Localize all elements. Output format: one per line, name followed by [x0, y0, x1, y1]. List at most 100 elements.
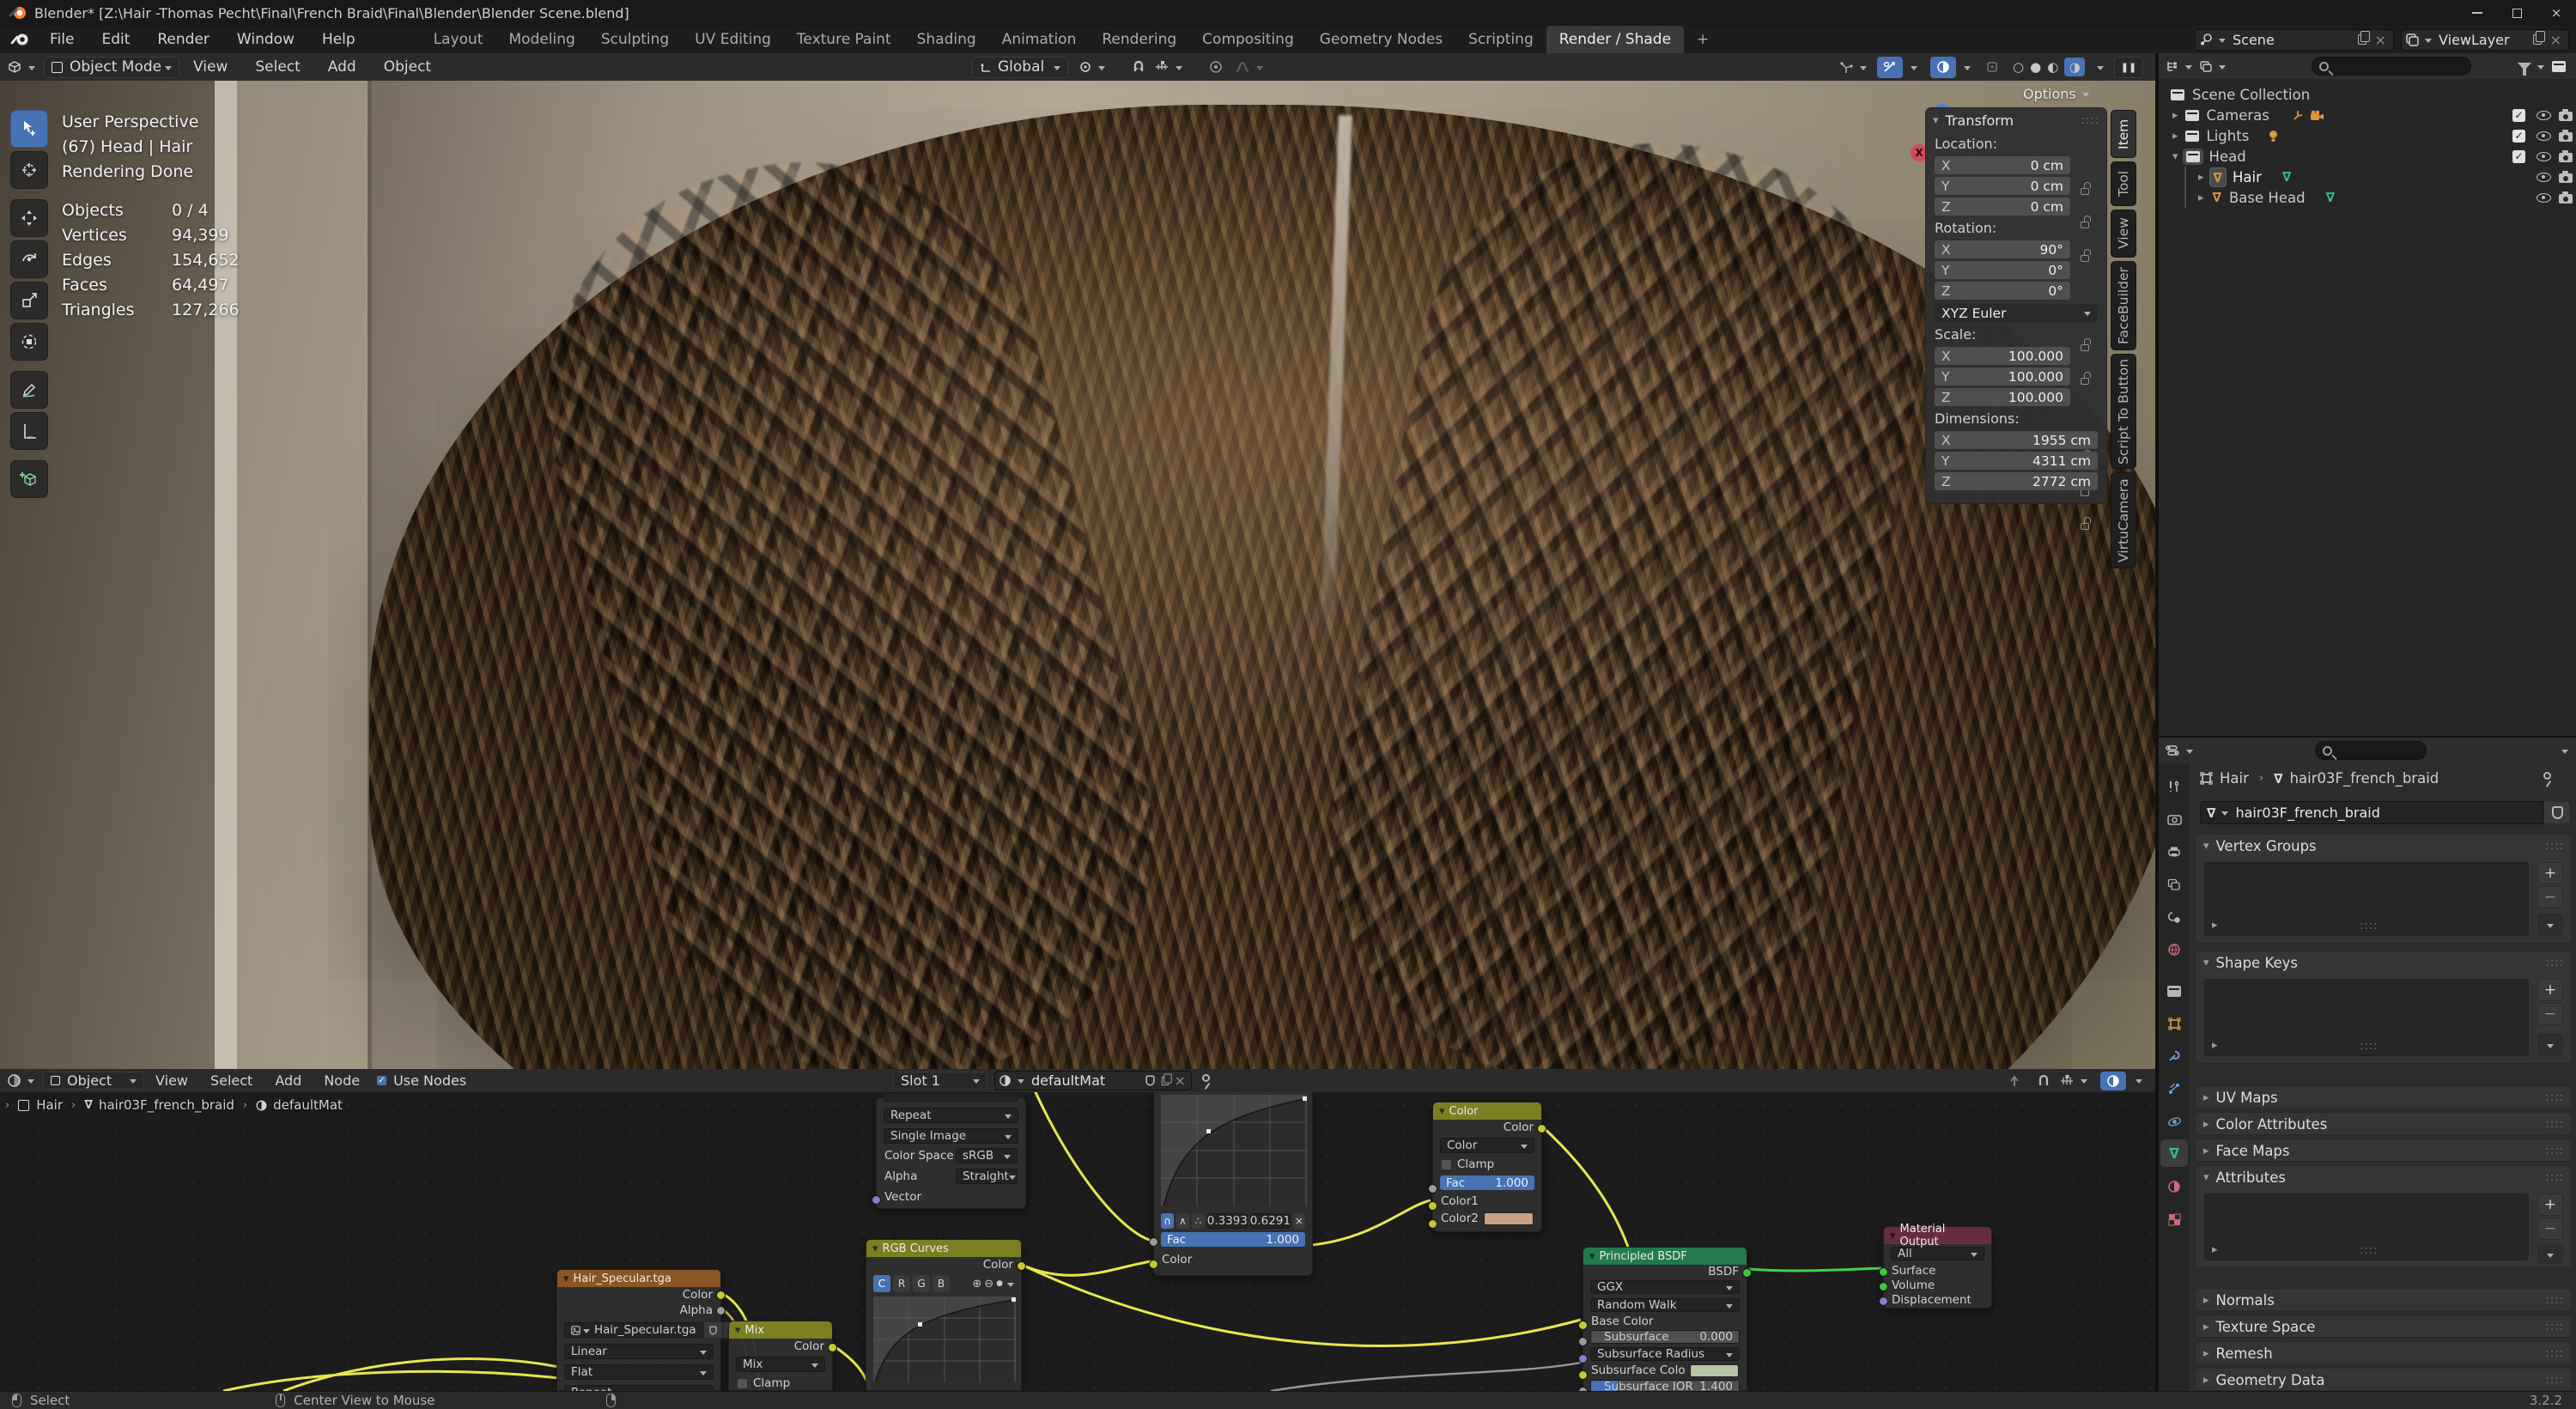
curve-clipping-icon[interactable]: [1007, 1283, 1014, 1291]
expand-icon[interactable]: ▸: [2198, 171, 2204, 184]
tool-annotate[interactable]: [10, 371, 48, 409]
proportional-falloff-dropdown[interactable]: [1235, 60, 1263, 74]
curve-zoom-out-icon[interactable]: ⊖: [984, 1278, 993, 1291]
material-output-header[interactable]: ▾Material Output: [1884, 1227, 1991, 1244]
cameras-render-icon[interactable]: [2559, 112, 2573, 121]
fac-input-socket[interactable]: [1428, 1184, 1437, 1193]
lock-location-z-icon[interactable]: [2081, 255, 2089, 262]
handle-auto-icon[interactable]: ∩: [1161, 1213, 1174, 1229]
outliner-row-scene-collection[interactable]: Scene Collection: [2159, 84, 2576, 105]
blend-mode-dropdown[interactable]: Color: [1440, 1138, 1534, 1153]
image-fake-user-button[interactable]: [703, 1321, 723, 1339]
remove-shape-key-button[interactable]: −: [2537, 1003, 2563, 1025]
material-output-node[interactable]: ▾Material Output All Surface Volume Disp…: [1883, 1226, 1992, 1309]
npanel-tab-facebuilder[interactable]: FaceBuilder: [2111, 261, 2136, 350]
curve-tools-icon[interactable]: ●: [996, 1279, 1003, 1288]
handle-vector-icon[interactable]: ∧: [1176, 1213, 1189, 1229]
shading-material-icon[interactable]: ◐: [2047, 59, 2058, 75]
subsurface-radius-dropdown[interactable]: Subsurface Radius: [1590, 1347, 1740, 1361]
base-head-hide-icon[interactable]: [2537, 193, 2551, 203]
color1-input-socket[interactable]: [1428, 1201, 1437, 1211]
overlays-dropdown[interactable]: [1905, 64, 1917, 71]
unlink-material-icon[interactable]: ×: [1175, 1072, 1186, 1089]
fake-user-icon[interactable]: [1145, 1076, 1154, 1086]
color-output-socket[interactable]: [1537, 1124, 1546, 1133]
channel-g-button[interactable]: G: [913, 1275, 930, 1292]
tab-particles-icon[interactable]: [2163, 1078, 2185, 1100]
tab-output-icon[interactable]: [2163, 841, 2185, 863]
browse-mesh-icon[interactable]: [2221, 811, 2228, 819]
outliner-search-input[interactable]: [2312, 57, 2471, 76]
remove-attribute-button[interactable]: −: [2537, 1218, 2563, 1240]
pause-render-button[interactable]: ❚❚: [2114, 57, 2143, 78]
expand-icon[interactable]: ▸: [2172, 109, 2178, 122]
volume-input-socket[interactable]: [1879, 1282, 1888, 1291]
point-x-field[interactable]: 0.3393: [1207, 1213, 1248, 1229]
fac-slider[interactable]: Fac1.000: [1440, 1175, 1534, 1190]
npanel-tab-tool[interactable]: Tool: [2111, 161, 2136, 206]
channel-b-button[interactable]: B: [933, 1275, 950, 1292]
viewlayer-selector[interactable]: ViewLayer ×: [2401, 29, 2569, 51]
curve-graph[interactable]: [1161, 1095, 1307, 1206]
vertex-groups-header[interactable]: ▾Vertex Groups::::: [2196, 835, 2572, 858]
location-z-field[interactable]: Z0 cm: [1935, 197, 2070, 216]
new-collection-button[interactable]: [2552, 61, 2566, 72]
lock-scale-z-icon[interactable]: [2081, 523, 2089, 530]
color-attributes-panel[interactable]: ▸Color Attributes::::: [2195, 1112, 2573, 1135]
hair-specular-texture-node[interactable]: ▾Hair_Specular.tga Color Alpha Hair_Spec…: [556, 1269, 721, 1391]
color-output-socket[interactable]: [716, 1291, 726, 1300]
lock-location-x-icon[interactable]: [2081, 188, 2089, 195]
menu-window[interactable]: Window: [223, 26, 308, 53]
tab-scene-icon[interactable]: [2163, 906, 2185, 928]
workspace-tab-shading[interactable]: Shading: [904, 26, 989, 53]
outliner-display-mode-dropdown[interactable]: [2166, 60, 2192, 72]
dimensions-x-field[interactable]: X1955 cm: [1935, 431, 2098, 449]
clamp-row[interactable]: Clamp: [1433, 1157, 1541, 1172]
image-name-field[interactable]: Hair_Specular.tga: [564, 1322, 703, 1338]
handle-auto-clamp-icon[interactable]: ∴: [1192, 1213, 1205, 1229]
image-texture-settings-node[interactable]: Repeat Single Image Color Space sRGB Alp…: [876, 1097, 1026, 1209]
hair-render-icon[interactable]: [2559, 173, 2573, 183]
properties-options-icon[interactable]: [2561, 750, 2568, 757]
location-x-field[interactable]: X0 cm: [1935, 156, 2070, 174]
tool-rotate[interactable]: [10, 240, 48, 278]
material-selector[interactable]: defaultMat ×: [994, 1071, 1192, 1090]
material-slot-dropdown[interactable]: Slot 1: [893, 1072, 987, 1090]
remove-viewlayer-icon[interactable]: ×: [2550, 32, 2561, 48]
tab-texture-icon[interactable]: [2163, 1208, 2185, 1230]
shape-keys-list[interactable]: ▸ ::::: [2204, 979, 2529, 1056]
surface-input-socket[interactable]: [1879, 1267, 1888, 1277]
use-nodes-checkbox[interactable]: ✓ Use Nodes: [376, 1072, 466, 1089]
tab-collection-icon[interactable]: [2163, 980, 2185, 1002]
tool-scale[interactable]: [10, 282, 48, 319]
extension-dropdown[interactable]: Repeat: [884, 1108, 1018, 1123]
tab-modifiers-icon[interactable]: [2163, 1045, 2185, 1067]
mix-node[interactable]: ▾Mix Color Mix Clamp: [728, 1321, 833, 1391]
rotation-y-field[interactable]: Y0°: [1935, 261, 2070, 279]
remesh-panel[interactable]: ▸Remesh::::: [2195, 1341, 2573, 1364]
distribution-dropdown[interactable]: GGX: [1590, 1280, 1740, 1294]
tab-tool-icon[interactable]: [2163, 775, 2185, 798]
expand-icon[interactable]: ▸: [2172, 130, 2178, 143]
rgb-curves-node[interactable]: ▾RGB Curves Color C R G B ⊕ ⊖ ●: [866, 1239, 1022, 1391]
subsurface-color-swatch[interactable]: [1690, 1364, 1739, 1377]
color-mix-node[interactable]: ▾Color Color Color Clamp Fac1.000 Color1…: [1432, 1102, 1542, 1232]
panel-grip-icon[interactable]: ::::: [2081, 114, 2099, 127]
tab-world-icon[interactable]: [2163, 938, 2185, 961]
npanel-tab-item[interactable]: Item: [2111, 110, 2136, 158]
tool-measure[interactable]: [10, 412, 48, 450]
lock-scale-y-icon[interactable]: [2081, 489, 2089, 496]
new-workspace-button[interactable]: +: [1684, 26, 1722, 53]
texture-space-panel[interactable]: ▸Texture Space::::: [2195, 1315, 2573, 1338]
color-output-socket[interactable]: [828, 1343, 837, 1352]
copy-material-icon[interactable]: [1161, 1076, 1169, 1084]
menu-render[interactable]: Render: [143, 26, 223, 53]
mix-node-header[interactable]: ▾Mix: [729, 1321, 832, 1339]
snap-toggle[interactable]: [1132, 60, 1145, 74]
workspace-tab-geometry-nodes[interactable]: Geometry Nodes: [1307, 26, 1455, 53]
color2-swatch[interactable]: [1484, 1212, 1534, 1225]
workspace-tab-modeling[interactable]: Modeling: [496, 26, 588, 53]
lock-rotation-y-icon[interactable]: [2081, 344, 2089, 351]
bsdf-output-socket[interactable]: [1742, 1268, 1752, 1278]
node-menu-add[interactable]: Add: [264, 1069, 313, 1092]
